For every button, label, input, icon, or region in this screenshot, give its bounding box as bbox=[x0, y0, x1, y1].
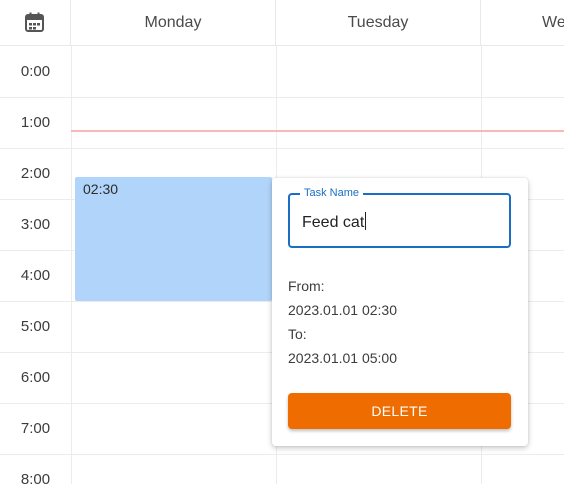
time-label: 8:00 bbox=[20, 471, 51, 484]
to-label: To: bbox=[288, 326, 307, 342]
day-header-tuesday[interactable]: Tuesday bbox=[276, 0, 481, 46]
hour-divider bbox=[0, 454, 564, 455]
calendar-icon[interactable] bbox=[25, 12, 44, 32]
time-label: 4:00 bbox=[20, 267, 51, 284]
day-header-monday[interactable]: Monday bbox=[71, 0, 276, 46]
header-corner bbox=[0, 0, 71, 46]
task-name-label: Task Name bbox=[300, 186, 364, 200]
time-label: 6:00 bbox=[20, 369, 51, 386]
from-value: 2023.01.01 02:30 bbox=[288, 302, 397, 318]
current-time-indicator bbox=[71, 130, 564, 132]
time-label: 0:00 bbox=[20, 63, 51, 80]
time-label: 2:00 bbox=[20, 165, 51, 182]
week-calendar: Monday Tuesday Wednesday 0:00 1:00 2:00 … bbox=[0, 0, 564, 484]
hour-divider bbox=[0, 97, 564, 98]
calendar-header: Monday Tuesday Wednesday bbox=[0, 0, 564, 46]
time-label: 7:00 bbox=[20, 420, 51, 437]
task-name-input[interactable]: Feed cat bbox=[302, 212, 367, 233]
calendar-event[interactable]: 02:30 bbox=[75, 177, 272, 301]
task-name-value: Feed cat bbox=[302, 214, 365, 231]
from-label: From: bbox=[288, 278, 325, 294]
task-name-field[interactable]: Task Name Feed cat bbox=[288, 186, 511, 248]
day-divider bbox=[71, 46, 72, 484]
time-label: 1:00 bbox=[20, 114, 51, 131]
delete-button[interactable]: DELETE bbox=[288, 393, 511, 429]
event-edit-popup: Task Name Feed cat From: 2023.01.01 02:3… bbox=[272, 178, 528, 446]
time-label: 5:00 bbox=[20, 318, 51, 335]
day-header-wednesday[interactable]: Wednesday bbox=[481, 0, 564, 46]
to-value: 2023.01.01 05:00 bbox=[288, 350, 397, 366]
hour-divider bbox=[0, 148, 564, 149]
text-caret bbox=[365, 212, 367, 230]
time-label: 3:00 bbox=[20, 216, 51, 233]
event-start-time: 02:30 bbox=[83, 181, 119, 197]
